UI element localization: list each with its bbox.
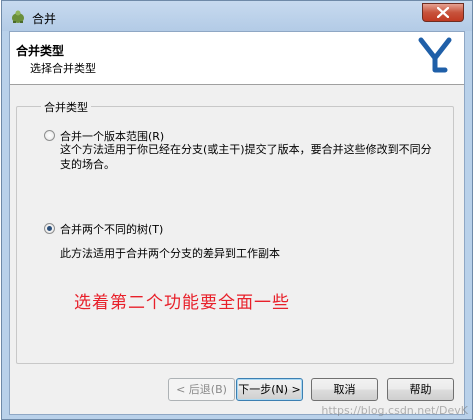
radio-merge-revision-range[interactable] — [44, 130, 55, 141]
back-button[interactable]: < 后退(B) — [168, 378, 235, 401]
wizard-client-area: 合并类型 选择合并类型 合并类型 合并一个版本范围(R) 这个方法适用于你已经在… — [9, 31, 465, 415]
option-description-revision-range: 这个方法适用于你已经在分支(或主干)提交了版本，要合并这些修改到不同分支的场合。 — [60, 143, 432, 171]
group-legend: 合并类型 — [41, 99, 91, 115]
page-title: 合并类型 — [16, 44, 65, 58]
wizard-header: 合并类型 选择合并类型 — [10, 32, 464, 85]
wizard-window: 合并 合并类型 选择合并类型 合并类型 合并一个版本范围(R) 这个方法适用于你… — [1, 0, 473, 420]
page-subtitle: 选择合并类型 — [30, 62, 96, 75]
option-label-two-trees[interactable]: 合并两个不同的树(T) — [60, 221, 163, 237]
watermark: https://blog.csdn.net/DevK — [321, 404, 468, 417]
title-bar[interactable]: 合并 — [2, 1, 472, 31]
option-description-two-trees: 此方法适用于合并两个分支的差异到工作副本 — [60, 247, 280, 260]
close-button[interactable] — [422, 3, 464, 22]
help-button[interactable]: 帮助 — [387, 378, 454, 401]
close-icon — [437, 7, 449, 18]
next-button[interactable]: 下一步(N) > — [236, 378, 303, 401]
cancel-button[interactable]: 取消 — [311, 378, 378, 401]
annotation-text: 选着第二个功能要全面一些 — [74, 293, 290, 313]
radio-merge-two-trees[interactable] — [44, 223, 55, 234]
merge-logo-icon — [418, 37, 452, 73]
tortoise-app-icon — [10, 9, 26, 25]
window-title: 合并 — [32, 12, 57, 26]
